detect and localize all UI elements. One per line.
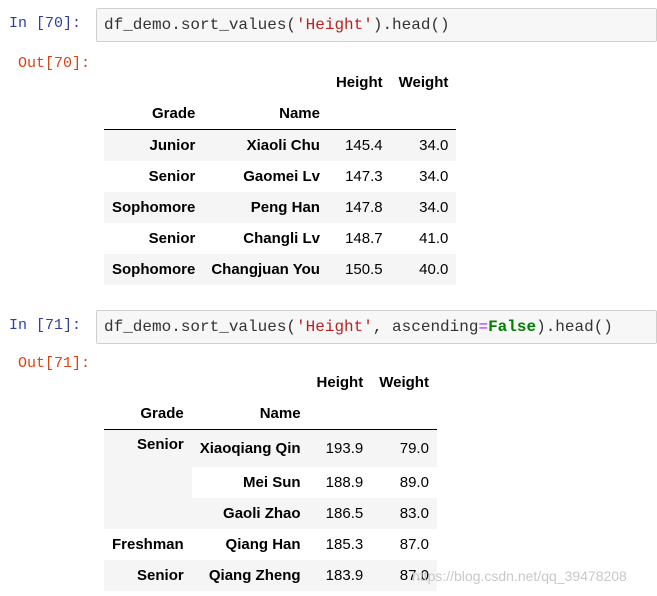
code-cell-71[interactable]: df_demo.sort_values('Height', ascending=… — [96, 310, 657, 344]
row-name: Changjuan You — [203, 254, 328, 285]
blank-header — [192, 367, 309, 398]
column-header-weight: Weight — [379, 374, 429, 391]
blank-header — [390, 98, 457, 130]
table-row: Senior Xiaoqiang Qin 193.9 79.0 — [104, 429, 437, 467]
code-method: sort_values( — [180, 16, 297, 34]
row-grade: Sophomore — [104, 192, 204, 223]
index-name-grade: Grade — [104, 398, 192, 430]
code-cell-70[interactable]: df_demo.sort_values('Height').head() — [96, 8, 657, 42]
blank-header — [371, 398, 437, 430]
row-name: Qiang Zheng — [191, 560, 309, 591]
dataframe-output-70: Height Weight Grade Name Junior Xiaoli C… — [104, 67, 457, 285]
code-method: sort_values( — [180, 318, 297, 336]
row-grade: Junior — [104, 129, 204, 161]
table-row: Senior Qiang Zheng 183.9 87.0 — [104, 560, 437, 591]
row-grade: Freshman — [104, 529, 192, 560]
cell-height: 185.3 — [325, 536, 364, 553]
cell-height: 145.4 — [327, 129, 391, 161]
output-prompt-71: Out[71]: — [18, 355, 91, 372]
row-name: Peng Han — [203, 192, 328, 223]
blank-header — [327, 98, 391, 130]
code-separator: , — [372, 318, 393, 336]
blank-header — [104, 367, 192, 398]
row-grade — [104, 467, 192, 498]
cell-height: 147.8 — [327, 192, 391, 223]
code-rest: ).head() — [372, 16, 450, 34]
cell-weight: 87.0 — [399, 536, 429, 553]
table-row: Junior Xiaoli Chu 145.4 34.0 — [104, 129, 457, 161]
cell-height: 148.7 — [345, 230, 383, 247]
watermark-text: https://blog.csdn.net/qq_39478208 — [412, 568, 627, 584]
row-name: Qiang Han — [225, 536, 301, 553]
row-name: Changli Lv — [243, 230, 320, 247]
row-grade: Senior — [104, 223, 204, 254]
cell-weight: 34.0 — [419, 168, 449, 185]
row-name: Mei Sun — [243, 474, 301, 491]
row-name: Xiaoli Chu — [203, 129, 328, 161]
code-keyword-false: False — [488, 318, 537, 336]
table-row: Senior Changli Lv 148.7 41.0 — [104, 223, 456, 254]
cell-weight: 89.0 — [399, 474, 429, 491]
cell-height: 183.9 — [308, 560, 372, 591]
table-row: Gaoli Zhao 186.5 83.0 — [104, 498, 437, 529]
code-string-arg: 'Height' — [296, 16, 373, 34]
cell-height: 193.9 — [308, 429, 372, 467]
cell-height: 186.5 — [308, 498, 372, 529]
cell-weight: 40.0 — [390, 254, 457, 285]
blank-header — [104, 67, 203, 98]
cell-height: 188.9 — [325, 474, 364, 491]
code-rest: ).head() — [536, 318, 613, 336]
dataframe-output-71: Height Weight Grade Name Senior Xiaoqian… — [104, 367, 437, 591]
row-grade: Sophomore — [104, 254, 204, 285]
blank-header — [203, 67, 328, 98]
cell-weight: 34.0 — [390, 129, 457, 161]
output-prompt-70: Out[70]: — [18, 55, 91, 72]
code-kwarg: ascending — [392, 318, 479, 336]
code-object: df_demo. — [104, 16, 181, 34]
column-header-weight: Weight — [398, 74, 449, 91]
index-name-name: Name — [191, 398, 309, 430]
row-name: Gaoli Zhao — [191, 498, 309, 529]
row-grade — [104, 498, 192, 529]
cell-weight: 41.0 — [419, 230, 449, 247]
column-header-height: Height — [335, 74, 383, 91]
cell-height: 150.5 — [327, 254, 391, 285]
row-name: Gaomei Lv — [243, 168, 320, 185]
code-operator: = — [478, 318, 489, 336]
code-object: df_demo. — [104, 318, 181, 336]
table-row: Freshman Qiang Han 185.3 87.0 — [104, 529, 437, 560]
cell-weight: 83.0 — [371, 498, 437, 529]
row-grade: Senior — [104, 429, 192, 467]
input-prompt-71: In [71]: — [9, 317, 82, 334]
index-name-name: Name — [203, 98, 328, 130]
row-grade: Senior — [104, 560, 192, 591]
input-prompt-70: In [70]: — [9, 15, 82, 32]
row-name: Xiaoqiang Qin — [191, 429, 309, 467]
column-header-height: Height — [316, 374, 364, 391]
cell-height: 147.3 — [345, 168, 383, 185]
index-name-grade: Grade — [104, 98, 204, 130]
table-row: Mei Sun 188.9 89.0 — [104, 467, 437, 498]
code-string-arg: 'Height' — [296, 318, 373, 336]
table-row: Sophomore Changjuan You 150.5 40.0 — [104, 254, 457, 285]
table-row: Senior Gaomei Lv 147.3 34.0 — [104, 161, 456, 192]
cell-weight: 79.0 — [371, 429, 437, 467]
blank-header — [308, 398, 372, 430]
cell-weight: 34.0 — [390, 192, 457, 223]
row-grade: Senior — [104, 161, 204, 192]
table-row: Sophomore Peng Han 147.8 34.0 — [104, 192, 457, 223]
